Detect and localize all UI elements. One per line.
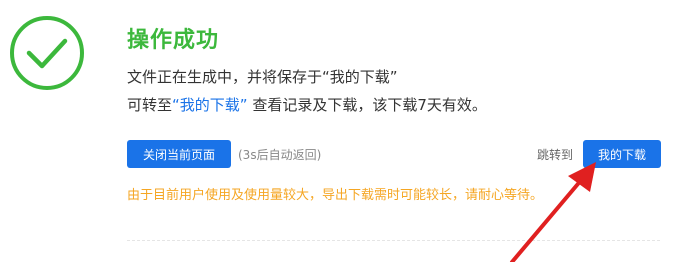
- my-download-button[interactable]: 我的下载: [583, 140, 661, 168]
- check-circle-icon: [10, 16, 84, 90]
- divider: [127, 240, 660, 241]
- instruction-message: 可转至“我的下载” 查看记录及下载，该下载7天有效。: [127, 94, 487, 115]
- page-title: 操作成功: [127, 28, 220, 53]
- wait-warning: 由于目前用户使用及使用量较大，导出下载需时可能较长，请耐心等待。: [127, 188, 544, 203]
- jump-to-label: 跳转到: [537, 148, 574, 162]
- close-page-button[interactable]: 关闭当前页面: [127, 140, 231, 168]
- instruction-prefix: 可转至: [127, 96, 173, 114]
- my-download-link[interactable]: “我的下载”: [172, 96, 248, 114]
- red-arrow-annotation: [510, 162, 596, 262]
- status-message: 文件正在生成中，并将保存于“我的下载”: [127, 68, 398, 86]
- instruction-suffix: 查看记录及下载，该下载7天有效。: [247, 96, 487, 114]
- auto-return-countdown: (3s后自动返回): [238, 148, 322, 162]
- success-page: 操作成功 文件正在生成中，并将保存于“我的下载” 可转至“我的下载” 查看记录及…: [0, 0, 700, 262]
